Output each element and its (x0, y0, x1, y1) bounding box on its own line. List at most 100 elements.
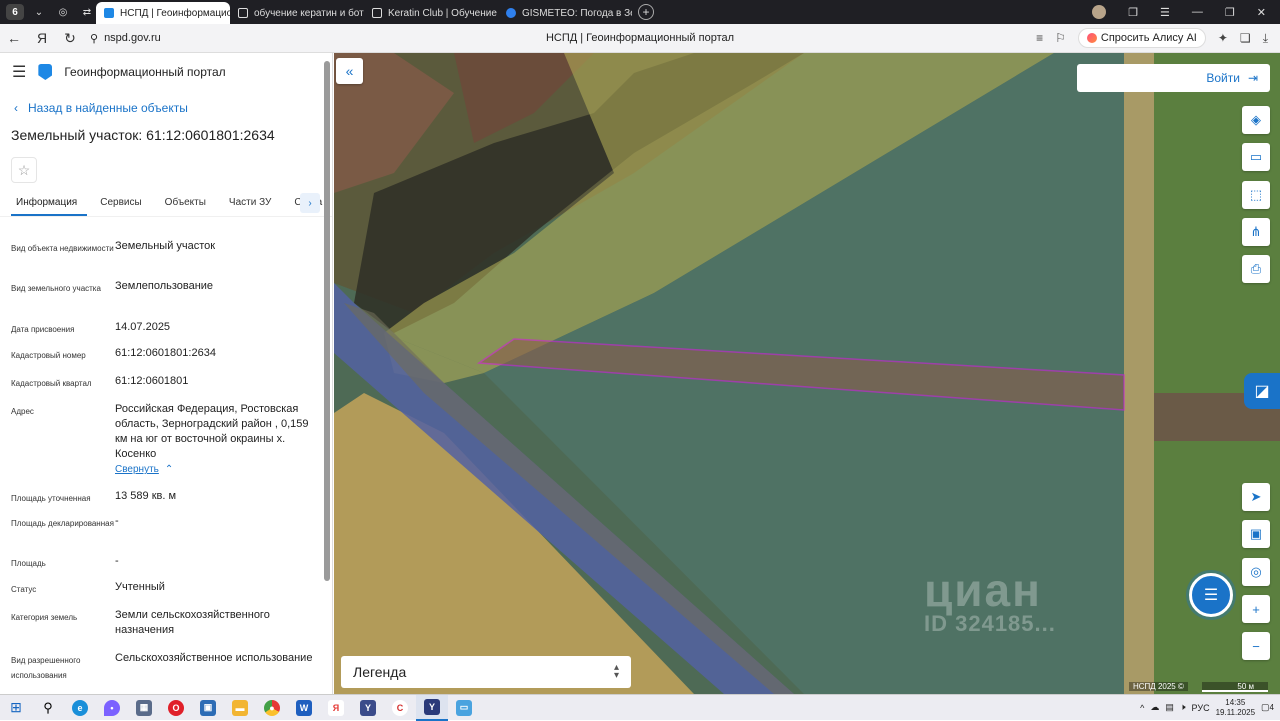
portal-logo-icon[interactable] (38, 64, 53, 80)
share-button[interactable]: ⋔ (1242, 218, 1270, 246)
zoom-in-button[interactable]: + (1242, 595, 1270, 623)
yandex-y-icon: Y (360, 699, 376, 716)
search-button[interactable]: ⚲ (32, 695, 64, 721)
back-to-results-link[interactable]: ‹ Назад в найденные объекты (14, 101, 332, 115)
taskbar-yandex-2[interactable]: Y (352, 695, 384, 721)
menu-icon[interactable]: ☰ (1160, 6, 1170, 19)
watermark-text: циан (924, 564, 1042, 616)
reload-icon[interactable]: ↻ (56, 30, 84, 47)
taskbar-edge[interactable]: e (64, 695, 96, 721)
taskbar-app[interactable]: • (96, 695, 128, 721)
property-row: Кадастровый номер 61:12:0601801:2634 (0, 346, 325, 374)
property-key: Вид земельного участка (11, 284, 101, 293)
language-indicator[interactable]: РУС (1192, 703, 1210, 713)
opera-icon: O (168, 699, 184, 716)
zoom-out-button[interactable]: − (1242, 632, 1270, 660)
login-button[interactable]: Войти ⇥ (1077, 64, 1270, 92)
star-icon: ☆ (17, 161, 31, 178)
print-button[interactable]: ⎙ (1242, 255, 1270, 283)
tab-services[interactable]: Сервисы (95, 193, 151, 216)
legend-label: Легенда (353, 664, 407, 680)
legend-dropdown[interactable]: Легенда ▴ ▾ (341, 656, 631, 688)
property-value: 14.07.2025 (115, 321, 171, 333)
tab-keratin-search[interactable]: обучение кератин и ботокс (230, 2, 364, 24)
property-key: Вид разрешенного использования (11, 656, 81, 680)
property-key: Адрес (11, 407, 34, 416)
ruler-button[interactable]: ▭ (1242, 143, 1270, 171)
location-search-button[interactable]: ◎ (1242, 558, 1270, 586)
scrollbar-thumb[interactable] (324, 61, 330, 581)
taskbar-app[interactable]: C (384, 695, 416, 721)
clock[interactable]: 14:35 19.11.2025 (1216, 698, 1255, 718)
panel-scrollbar[interactable] (324, 57, 330, 693)
taskbar-app[interactable]: ▣ (192, 695, 224, 721)
ask-alisa-button[interactable]: Спросить Алису AI (1077, 28, 1206, 48)
bookmarks-icon[interactable]: ❐ (1128, 6, 1138, 19)
chat-button[interactable]: ☰ (1189, 573, 1233, 617)
url-field[interactable]: ⚲ nspd.gov.ru (90, 32, 161, 45)
menu-lines-icon[interactable]: ≡ (1036, 31, 1043, 45)
new-tab-button[interactable]: + (638, 4, 654, 20)
taskbar-word[interactable]: W (288, 695, 320, 721)
back-arrow-icon[interactable]: ← (0, 30, 28, 46)
taskbar-explorer[interactable]: ▬ (224, 695, 256, 721)
property-row: Категория земель Земли сельскохозяйственн… (0, 608, 325, 651)
tab-menu-icon[interactable]: ⌄ (30, 4, 48, 20)
start-button[interactable]: ⊞ (0, 695, 32, 721)
extensions-icon[interactable]: ✦ (1218, 31, 1228, 45)
notifications-icon[interactable]: ▢4 (1261, 702, 1274, 713)
select-area-button[interactable]: ⬚ (1242, 181, 1270, 209)
map-copyright: НСПД 2025 © (1129, 682, 1188, 691)
tab-keratin-club[interactable]: Keratin Club | Обучение кератину (364, 2, 498, 24)
share-tab-icon[interactable]: ⇄ (78, 4, 96, 20)
taskbar-opera[interactable]: O (160, 695, 192, 721)
yandex-browser-icon: Я (328, 699, 344, 716)
chevron-left-icon: ‹ (14, 101, 18, 115)
login-label: Войти (1206, 71, 1240, 85)
taskbar-yandex[interactable]: Я (320, 695, 352, 721)
chevron-up-icon[interactable]: ^ (1140, 703, 1144, 713)
property-key: Категория земель (11, 613, 78, 622)
cloud-icon[interactable]: ☁ (1150, 702, 1159, 713)
navigation-arrow-icon: ➤ (1250, 489, 1262, 504)
taskbar-yandex-active[interactable]: Y (416, 694, 448, 721)
tab-information[interactable]: Информация (11, 193, 88, 216)
tabs-scroll-right-button[interactable]: › (300, 193, 320, 213)
portal-name[interactable]: Геоинформационный портал (64, 65, 225, 79)
favorite-star-button[interactable]: ☆ (11, 157, 37, 183)
search-icon: ⚲ (43, 699, 53, 715)
downloads-icon[interactable]: ⤓ (1263, 31, 1268, 46)
side-widget-button[interactable]: ◪ (1244, 373, 1280, 409)
collapse-address-link[interactable]: Свернуть ⌃ (115, 463, 173, 477)
tab-nspd[interactable]: НСПД | Геоинформационный портал ✕ (96, 2, 230, 24)
taskbar-chrome[interactable]: ● (256, 695, 288, 721)
select-area-icon: ⬚ (1249, 187, 1263, 202)
hamburger-menu-icon[interactable]: ☰ (12, 62, 26, 82)
volume-icon[interactable]: 🕨 (1180, 702, 1186, 713)
share-icon: ⋔ (1250, 224, 1262, 239)
restore-icon[interactable]: ❐ (1225, 6, 1235, 19)
minimap-button[interactable]: ▣ (1242, 520, 1270, 548)
window-controls: ❐ ☰ — ❐ ✕ (1092, 5, 1280, 19)
site-info-icon[interactable]: ⚲ (90, 32, 98, 45)
calculator-icon: ▦ (136, 699, 152, 716)
bookmark-icon[interactable]: ⚐ (1055, 31, 1066, 45)
network-icon[interactable]: ▤ (1165, 702, 1174, 713)
taskbar-app[interactable]: ▭ (448, 695, 480, 721)
minimize-icon[interactable]: — (1192, 6, 1203, 18)
alisa-tab-icon[interactable]: ◎ (54, 4, 72, 20)
tab-gismeteo[interactable]: GISMETEO: Погода в Зерноград (498, 2, 632, 24)
tab-objects[interactable]: Объекты (160, 193, 216, 216)
tab-count-badge[interactable]: 6 (6, 4, 24, 20)
map-view[interactable]: « Войти ⇥ ◈ ▭ ⬚ ⋔ ⎙ ◪ ➤ ▣ ◎ + − ☰ циан ID … (334, 53, 1280, 694)
tab-parts[interactable]: Части ЗУ (224, 193, 281, 216)
profile-avatar[interactable] (1092, 5, 1107, 19)
collapse-panel-button[interactable]: « (336, 58, 363, 84)
taskbar-calculator[interactable]: ▦ (128, 695, 160, 721)
close-window-icon[interactable]: ✕ (1257, 6, 1266, 19)
map-scale-bar: 50 м (1202, 682, 1268, 692)
collections-icon[interactable]: ❏ (1240, 31, 1251, 45)
geolocation-button[interactable]: ➤ (1242, 483, 1270, 511)
yandex-icon[interactable]: Я (28, 30, 56, 46)
layers-button[interactable]: ◈ (1242, 106, 1270, 134)
